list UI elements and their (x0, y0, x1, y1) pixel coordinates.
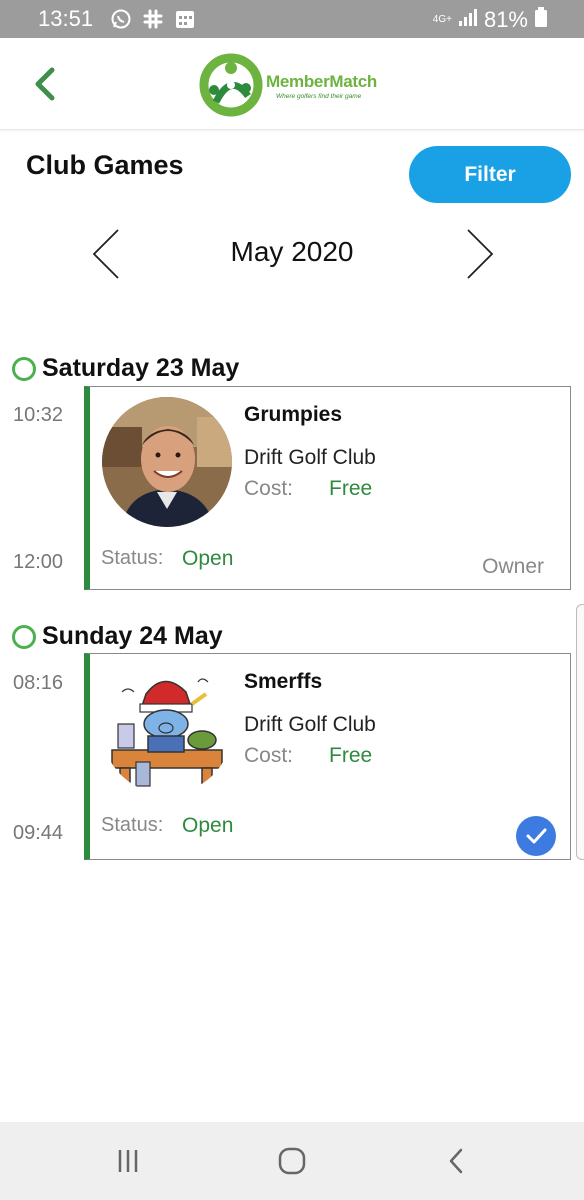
prev-month-button[interactable] (90, 226, 124, 282)
network-type: 4G+ (432, 13, 452, 25)
chevron-left-icon (35, 67, 55, 101)
game-name: Smerffs (244, 670, 323, 693)
back-button[interactable] (28, 64, 64, 104)
chevron-left-icon (92, 229, 119, 279)
cost-value: Free (329, 744, 373, 767)
home-button[interactable] (272, 1144, 312, 1178)
whatsapp-icon (110, 8, 132, 30)
role-label: Owner (482, 555, 544, 578)
signal-icon (458, 7, 478, 32)
day-dot-icon (12, 356, 36, 381)
month-label: May 2020 (230, 236, 354, 267)
day-heading: Saturday 23 May (12, 354, 239, 383)
notification-icons (110, 8, 196, 30)
joined-badge (516, 816, 556, 856)
status-value: Open (182, 814, 234, 837)
system-nav-bar (0, 1122, 584, 1200)
status-value: Open (182, 547, 234, 570)
game-name: Grumpies (244, 403, 343, 426)
cost-value: Free (329, 477, 373, 500)
game-card[interactable]: Grumpies Drift Golf Club Cost: Free Stat… (84, 386, 571, 590)
game-avatar (102, 397, 232, 527)
logo-name: MemberMatch (266, 72, 378, 91)
club-name: Drift Golf Club (244, 713, 376, 736)
person-photo-icon (102, 397, 232, 527)
logo-tagline: Where golfers find their game (276, 93, 362, 100)
app-header: MemberMatch Where golfers find their gam… (0, 38, 584, 130)
game-avatar (102, 664, 232, 794)
club-name: Drift Golf Club (244, 446, 376, 469)
status-label: Status: (101, 814, 164, 836)
system-indicators: 4G+ 81% (433, 6, 548, 33)
slack-icon (142, 8, 164, 30)
status-label: Status: (101, 547, 164, 569)
battery-percent: 81% (483, 6, 528, 32)
battery-icon (534, 6, 548, 33)
back-nav-button[interactable] (436, 1144, 476, 1178)
day-label: Saturday 23 May (42, 354, 240, 382)
day-label: Sunday 24 May (42, 622, 223, 650)
recents-icon (118, 1150, 138, 1172)
back-icon (449, 1148, 463, 1174)
cost-label: Cost: (244, 744, 294, 767)
logo-mark-icon (199, 53, 263, 117)
day-dot-icon (12, 624, 36, 649)
chevron-right-icon (467, 229, 494, 279)
status-bar: 13:51 4G+ 81% (0, 0, 584, 38)
page-title: Club Games (26, 150, 184, 180)
membermatch-logo: MemberMatch Where golfers find their gam… (198, 50, 388, 120)
game-card[interactable]: Smerffs Drift Golf Club Cost: Free Statu… (84, 653, 571, 860)
edge-panel-handle[interactable] (576, 604, 584, 860)
game-end-time: 12:00 (13, 551, 64, 573)
game-end-time: 09:44 (13, 822, 64, 844)
calendar-icon (174, 8, 196, 30)
cartoon-image-icon (102, 664, 232, 794)
check-icon (526, 828, 547, 844)
day-heading: Sunday 24 May (12, 622, 223, 651)
status-time: 13:51 (38, 6, 94, 31)
filter-button[interactable]: Filter (409, 146, 571, 203)
recents-button[interactable] (108, 1144, 148, 1178)
game-start-time: 10:32 (13, 404, 64, 426)
game-start-time: 08:16 (13, 672, 64, 694)
next-month-button[interactable] (462, 226, 496, 282)
cost-label: Cost: (244, 477, 294, 500)
home-icon (278, 1147, 306, 1175)
